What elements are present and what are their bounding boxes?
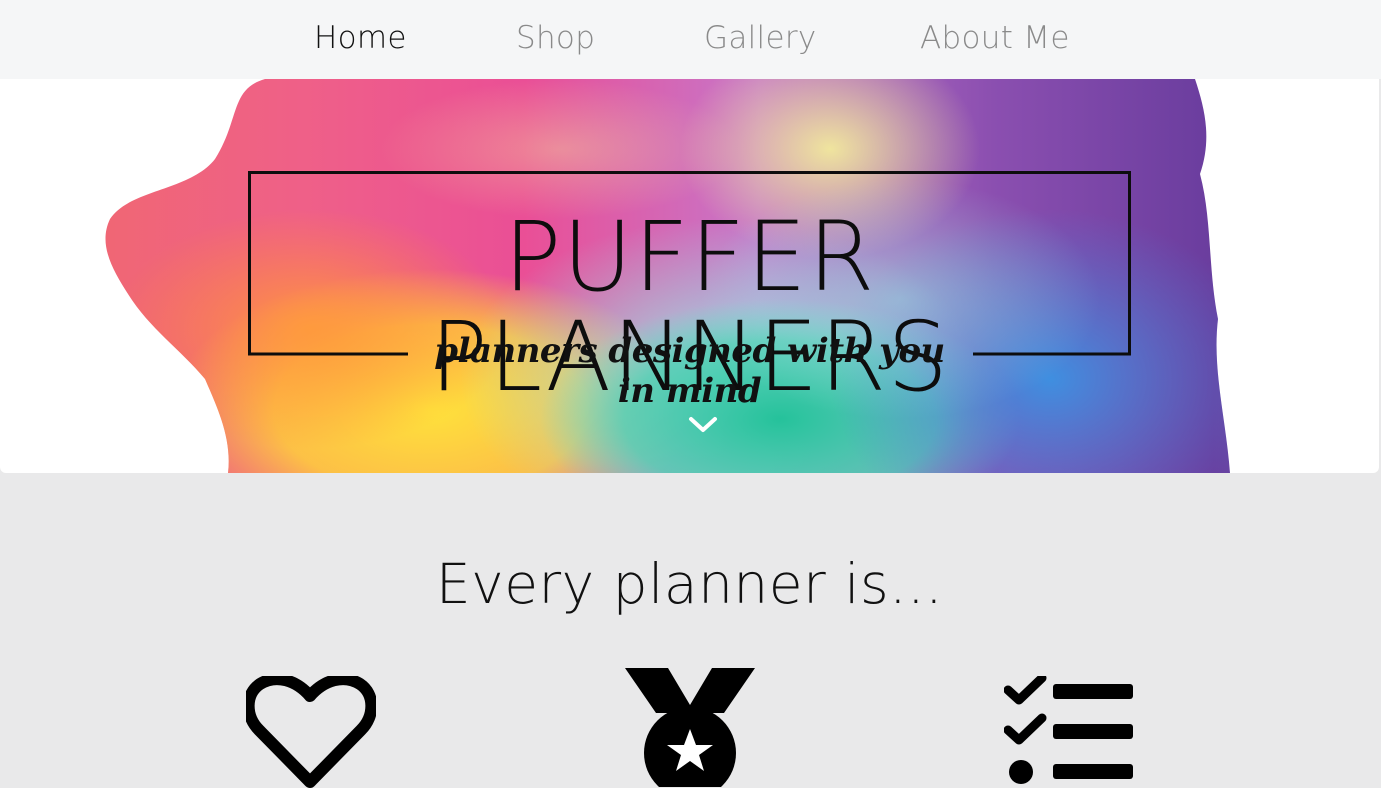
section-title: Every planner is... [435, 552, 944, 616]
top-navigation: Home Shop Gallery About Me [0, 0, 1381, 79]
nav-shop-link[interactable]: Shop [516, 20, 595, 56]
hero-banner: PUFFER PLANNERS planners designed with y… [0, 79, 1379, 473]
nav-about-link[interactable]: About Me [920, 20, 1070, 56]
checklist-icon [1004, 676, 1133, 784]
chevron-down-icon[interactable] [688, 415, 718, 435]
medal-icon [625, 668, 755, 787]
nav-home-link[interactable]: Home [314, 20, 407, 56]
heart-icon [246, 676, 376, 788]
brand-tagline: planners designed with you in mind [434, 331, 945, 411]
nav-gallery-link[interactable]: Gallery [704, 20, 817, 56]
